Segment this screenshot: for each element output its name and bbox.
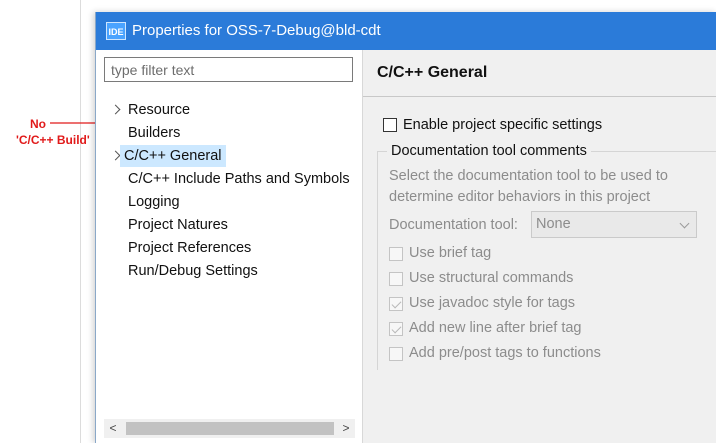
documentation-tool-value: None (536, 216, 571, 232)
tree-item-run-debug-settings[interactable]: Run/Debug Settings (124, 260, 262, 282)
horizontal-scrollbar[interactable]: < > (104, 419, 355, 438)
tree-item-cpp-general[interactable]: C/C++ General (120, 145, 226, 167)
scroll-right-icon[interactable]: > (337, 419, 355, 438)
ide-app-icon: IDE (106, 22, 126, 40)
tree-item-resource[interactable]: Resource (124, 99, 194, 121)
add-new-line-label[interactable]: Add new line after brief tag (409, 319, 582, 337)
add-pre-post-tags-label[interactable]: Add pre/post tags to functions (409, 344, 601, 362)
expand-chevron-icon[interactable] (112, 145, 120, 167)
page-title: C/C++ General (377, 64, 488, 81)
use-brief-tag-checkbox[interactable] (389, 247, 403, 261)
documentation-tool-select[interactable]: None (531, 211, 697, 238)
window-title: Properties for OSS-7-Debug@bld-cdt (132, 22, 381, 39)
documentation-group-title: Documentation tool comments (387, 142, 591, 160)
filter-input[interactable] (104, 57, 353, 82)
enable-project-settings-label[interactable]: Enable project specific settings (403, 116, 602, 134)
use-javadoc-style-label[interactable]: Use javadoc style for tags (409, 294, 575, 312)
tree-item-project-references[interactable]: Project References (124, 237, 255, 259)
settings-page: C/C++ General Enable project specific se… (363, 50, 716, 443)
use-javadoc-style-checkbox[interactable] (389, 297, 403, 311)
use-brief-tag-label[interactable]: Use brief tag (409, 244, 491, 262)
add-new-line-checkbox[interactable] (389, 322, 403, 336)
title-bar[interactable]: IDE Properties for OSS-7-Debug@bld-cdt (96, 12, 716, 50)
use-structural-commands-label[interactable]: Use structural commands (409, 269, 573, 287)
add-pre-post-tags-checkbox[interactable] (389, 347, 403, 361)
navigation-pane: Resource Builders C/C++ General C/C++ In… (96, 50, 363, 443)
tree-item-logging[interactable]: Logging (124, 191, 184, 213)
title-separator (363, 96, 716, 97)
properties-dialog: IDE Properties for OSS-7-Debug@bld-cdt R… (95, 12, 716, 443)
tree-item-include-paths[interactable]: C/C++ Include Paths and Symbols (124, 168, 354, 190)
expand-chevron-icon[interactable] (112, 99, 120, 121)
tree-item-project-natures[interactable]: Project Natures (124, 214, 232, 236)
tree-item-builders[interactable]: Builders (124, 122, 184, 144)
chevron-down-icon (679, 218, 690, 229)
documentation-tool-label: Documentation tool: (389, 217, 518, 233)
enable-project-settings-checkbox[interactable] (383, 118, 397, 132)
use-structural-commands-checkbox[interactable] (389, 272, 403, 286)
scroll-left-icon[interactable]: < (104, 419, 122, 438)
scrollbar-thumb[interactable] (126, 422, 334, 435)
documentation-description: Select the documentation tool to be used… (389, 168, 668, 205)
